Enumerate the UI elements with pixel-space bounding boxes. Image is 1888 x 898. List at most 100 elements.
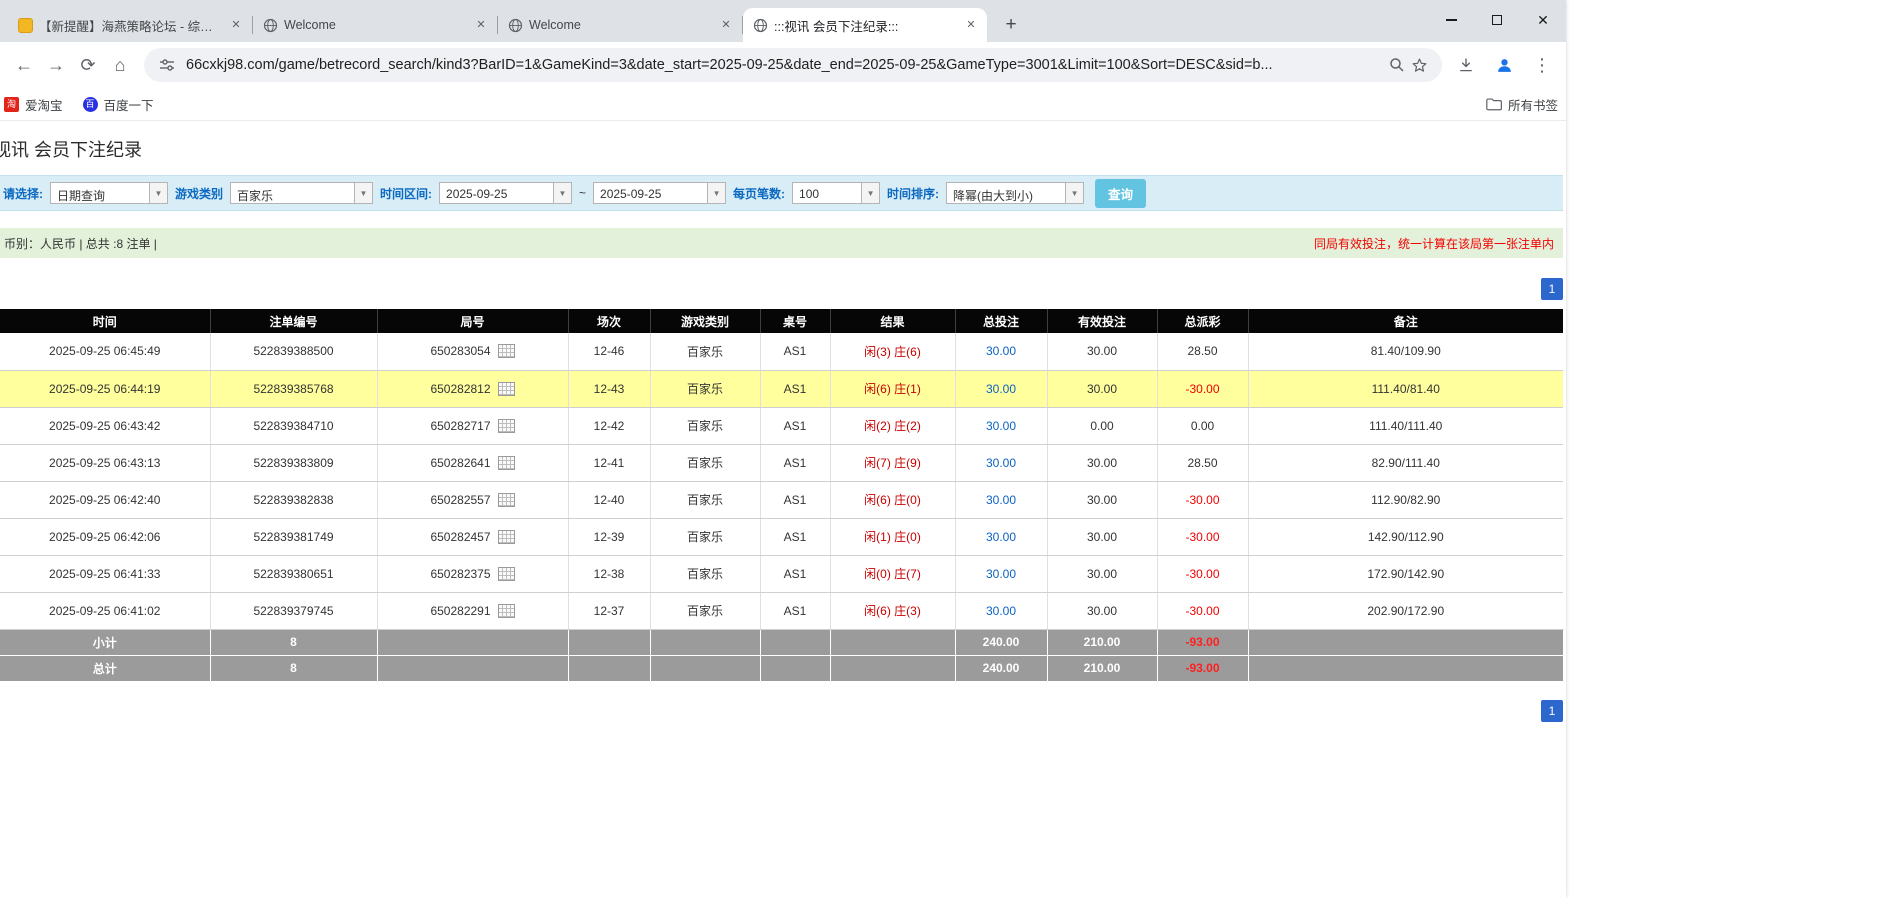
- cell-game-type: 百家乐: [650, 555, 760, 592]
- result-player: 闲(2): [864, 419, 891, 433]
- new-tab-button[interactable]: +: [997, 11, 1025, 39]
- roadmap-icon[interactable]: [498, 604, 515, 618]
- cell-remark: 81.40/109.90: [1248, 333, 1563, 370]
- result-banker: 庄(6): [894, 345, 921, 359]
- header-game-type: 游戏类别: [650, 309, 760, 333]
- roadmap-icon[interactable]: [498, 382, 515, 396]
- roadmap-icon[interactable]: [498, 456, 515, 470]
- tab-welcome-1[interactable]: Welcome ✕: [253, 8, 497, 42]
- total-bet-link[interactable]: 30.00: [986, 456, 1016, 470]
- tab-forum[interactable]: 【新提醒】海燕策略论坛 - 综合... ✕: [8, 8, 252, 42]
- round-id-text: 650282375: [430, 567, 490, 581]
- forward-icon[interactable]: →: [40, 49, 72, 81]
- profile-avatar-icon[interactable]: [1488, 49, 1520, 81]
- total-bet-link[interactable]: 30.00: [986, 604, 1016, 618]
- cell-result: 闲(6) 庄(0): [830, 481, 955, 518]
- maximize-button[interactable]: [1474, 0, 1520, 40]
- header-total-bet: 总投注: [955, 309, 1047, 333]
- home-icon[interactable]: ⌂: [104, 49, 136, 81]
- cell-remark: 112.90/82.90: [1248, 481, 1563, 518]
- page-1-button[interactable]: 1: [1541, 278, 1563, 300]
- cell-game-type: 百家乐: [650, 518, 760, 555]
- menu-dots-icon[interactable]: ⋮: [1526, 49, 1558, 81]
- cell-session: 12-42: [568, 407, 650, 444]
- round-id-text: 650282641: [430, 456, 490, 470]
- cell-game-type: 百家乐: [650, 592, 760, 629]
- total-bet-link[interactable]: 30.00: [986, 567, 1016, 581]
- query-type-value: 日期查询: [51, 183, 149, 203]
- bookmark-star-icon[interactable]: [1408, 54, 1430, 76]
- cell-valid-bet: 0.00: [1047, 407, 1157, 444]
- zoom-icon[interactable]: [1386, 54, 1408, 76]
- header-round-id: 局号: [377, 309, 568, 333]
- total-bet-link[interactable]: 30.00: [986, 382, 1016, 396]
- total-bet-link[interactable]: 30.00: [986, 419, 1016, 433]
- chevron-down-icon: ▼: [1065, 183, 1083, 203]
- result-banker: 庄(7): [894, 567, 921, 581]
- total-bet-link[interactable]: 30.00: [986, 344, 1016, 358]
- cell-session: 12-38: [568, 555, 650, 592]
- browser-toolbar: ← → ⟳ ⌂ 66cxkj98.com/game/betrecord_sear…: [0, 42, 1566, 88]
- tab-close-icon[interactable]: ✕: [963, 17, 979, 33]
- tab-welcome-2[interactable]: Welcome ✕: [498, 8, 742, 42]
- tab-close-icon[interactable]: ✕: [473, 17, 489, 33]
- cell-payout: -30.00: [1157, 370, 1248, 407]
- search-button[interactable]: 查询: [1095, 179, 1146, 208]
- roadmap-icon[interactable]: [498, 419, 515, 433]
- cell-total-bet: 30.00: [955, 555, 1047, 592]
- header-result: 结果: [830, 309, 955, 333]
- roadmap-icon[interactable]: [498, 344, 515, 358]
- tab-bet-record[interactable]: :::视讯 会员下注纪录::: ✕: [743, 8, 987, 42]
- total-bet-link[interactable]: 30.00: [986, 530, 1016, 544]
- result-player: 闲(6): [864, 493, 891, 507]
- subtotal-empty: [568, 629, 650, 655]
- all-bookmarks-button[interactable]: 所有书签: [1486, 95, 1558, 114]
- cell-total-bet: 30.00: [955, 370, 1047, 407]
- subtotal-total-bet: 240.00: [955, 629, 1047, 655]
- cell-valid-bet: 30.00: [1047, 333, 1157, 370]
- folder-icon: [1486, 97, 1502, 111]
- game-type-select[interactable]: 百家乐 ▼: [230, 182, 373, 204]
- reload-icon[interactable]: ⟳: [72, 49, 104, 81]
- site-settings-icon[interactable]: [156, 54, 178, 76]
- subtotal-empty: [377, 629, 568, 655]
- cell-table-no: AS1: [760, 444, 830, 481]
- cell-result: 闲(2) 庄(2): [830, 407, 955, 444]
- header-payout: 总派彩: [1157, 309, 1248, 333]
- close-window-button[interactable]: ✕: [1520, 0, 1566, 40]
- subtotal-label: 小计: [0, 629, 210, 655]
- minimize-button[interactable]: [1428, 0, 1474, 40]
- cell-payout: 0.00: [1157, 407, 1248, 444]
- roadmap-icon[interactable]: [498, 493, 515, 507]
- cell-table-no: AS1: [760, 481, 830, 518]
- page-title: 视讯 会员下注纪录: [0, 136, 1566, 162]
- total-bet-link[interactable]: 30.00: [986, 493, 1016, 507]
- total-empty: [568, 655, 650, 681]
- sort-select[interactable]: 降幂(由大到小) ▼: [946, 182, 1084, 204]
- header-session: 场次: [568, 309, 650, 333]
- tab-title: :::视讯 会员下注纪录:::: [774, 16, 957, 35]
- roadmap-icon[interactable]: [498, 530, 515, 544]
- url-text[interactable]: 66cxkj98.com/game/betrecord_search/kind3…: [186, 57, 1376, 73]
- date-start-select[interactable]: 2025-09-25 ▼: [439, 182, 572, 204]
- query-type-select[interactable]: 日期查询 ▼: [50, 182, 168, 204]
- date-end-select[interactable]: 2025-09-25 ▼: [593, 182, 726, 204]
- address-bar[interactable]: 66cxkj98.com/game/betrecord_search/kind3…: [144, 48, 1442, 82]
- bookmark-taobao[interactable]: 淘 爱淘宝: [4, 95, 63, 114]
- minimize-icon: [1446, 19, 1457, 21]
- tab-close-icon[interactable]: ✕: [228, 17, 244, 33]
- download-icon[interactable]: [1450, 49, 1482, 81]
- total-total-bet: 240.00: [955, 655, 1047, 681]
- cell-table-no: AS1: [760, 333, 830, 370]
- page-size-select[interactable]: 100 ▼: [792, 182, 880, 204]
- total-payout: -93.00: [1157, 655, 1248, 681]
- tab-close-icon[interactable]: ✕: [718, 17, 734, 33]
- page-1-button[interactable]: 1: [1541, 700, 1563, 722]
- back-icon[interactable]: ←: [8, 49, 40, 81]
- total-empty: [830, 655, 955, 681]
- bookmark-baidu[interactable]: 百 百度一下: [83, 95, 154, 114]
- cell-time: 2025-09-25 06:45:49: [0, 333, 210, 370]
- page-size-label: 每页笔数:: [733, 185, 785, 202]
- cell-result: 闲(3) 庄(6): [830, 333, 955, 370]
- roadmap-icon[interactable]: [498, 567, 515, 581]
